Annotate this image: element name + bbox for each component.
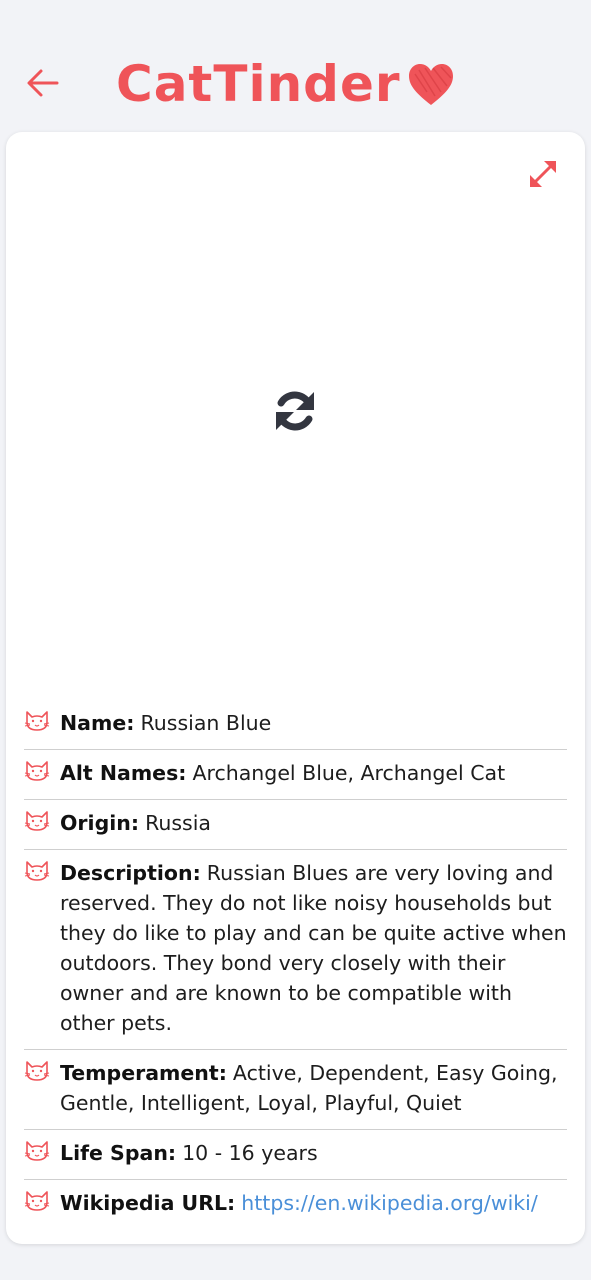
info-row-life-span: Life Span: 10 - 16 years — [24, 1130, 567, 1180]
info-value: Russian Blue — [140, 711, 272, 735]
expand-icon — [530, 161, 556, 187]
info-value: Archangel Blue, Archangel Cat — [192, 761, 506, 785]
cat-face-icon — [24, 1188, 60, 1216]
cat-face-icon — [24, 808, 60, 836]
breed-info-list: Name: Russian Blue Alt Names: Archangel Bl… — [24, 700, 567, 1229]
cat-face-icon — [24, 708, 60, 736]
info-label: Name: — [60, 711, 135, 735]
info-label: Description: — [60, 861, 201, 885]
cat-face-icon — [24, 758, 60, 786]
arrow-left-icon — [27, 69, 59, 97]
info-label: Alt Names: — [60, 761, 187, 785]
info-label: Wikipedia URL: — [60, 1191, 236, 1215]
expand-button[interactable] — [527, 158, 559, 190]
cat-face-icon — [24, 1058, 60, 1086]
app-title: CatTinder — [116, 55, 401, 113]
info-value: 10 - 16 years — [182, 1141, 318, 1165]
info-value: Russia — [145, 811, 211, 835]
cat-face-icon — [24, 1138, 60, 1166]
info-row-temperament: Temperament: Active, Dependent, Easy Goin… — [24, 1050, 567, 1130]
info-label: Origin: — [60, 811, 140, 835]
breed-card: Name: Russian Blue Alt Names: Archangel Bl… — [6, 132, 585, 1244]
info-row-origin: Origin: Russia — [24, 800, 567, 850]
info-row-description: Description: Russian Blues are very lovin… — [24, 850, 567, 1050]
app-logo: CatTinder — [116, 52, 455, 116]
back-button[interactable] — [24, 64, 62, 102]
info-value: Russian Blues are very loving and reserv… — [60, 861, 567, 1035]
heart-icon — [408, 64, 453, 105]
info-row-wikipedia: Wikipedia URL: https://en.wikipedia.org/w… — [24, 1180, 567, 1229]
refresh-icon — [276, 391, 314, 431]
cat-face-icon — [24, 858, 60, 886]
cat-image-area — [6, 132, 585, 692]
info-label: Life Span: — [60, 1141, 177, 1165]
info-label: Temperament: — [60, 1061, 227, 1085]
wikipedia-link[interactable]: https://en.wikipedia.org/wiki/ — [241, 1191, 538, 1215]
info-row-name: Name: Russian Blue — [24, 700, 567, 750]
app-header: CatTinder — [0, 0, 591, 132]
info-row-alt-names: Alt Names: Archangel Blue, Archangel Cat — [24, 750, 567, 800]
